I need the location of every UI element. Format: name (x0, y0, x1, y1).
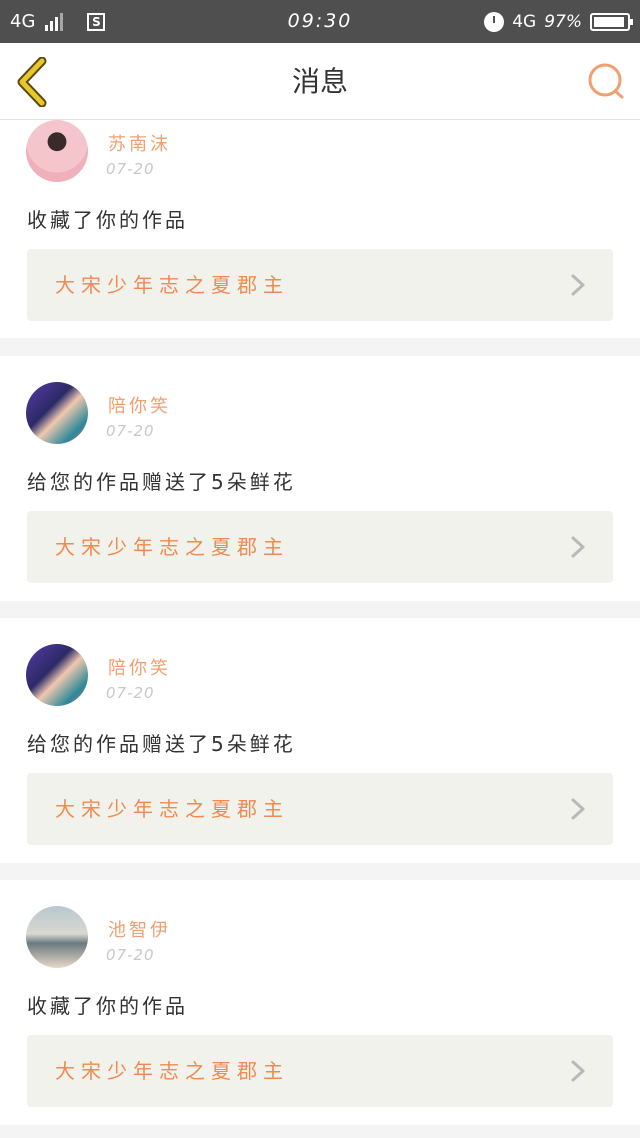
work-link-row[interactable]: 大宋少年志之夏郡主 (27, 249, 613, 321)
navigation-header: 消息 (0, 43, 640, 120)
username[interactable]: 陪你笑 (108, 654, 171, 680)
work-title: 大宋少年志之夏郡主 (55, 273, 289, 297)
alarm-icon (484, 11, 505, 32)
message-card: 池智伊 07-20 收藏了你的作品 大宋少年志之夏郡主 (0, 880, 640, 1125)
chevron-right-icon (571, 536, 585, 558)
work-link-row[interactable]: 大宋少年志之夏郡主 (27, 511, 613, 583)
message-date: 07-20 (106, 684, 155, 702)
work-title: 大宋少年志之夏郡主 (55, 535, 289, 559)
work-link-row[interactable]: 大宋少年志之夏郡主 (27, 773, 613, 845)
work-link-row[interactable]: 大宋少年志之夏郡主 (27, 1035, 613, 1107)
avatar[interactable] (26, 644, 88, 706)
message-card: 陪你笑 07-20 给您的作品赠送了5朵鲜花 大宋少年志之夏郡主 (0, 618, 640, 863)
message-card: 苏南沫 07-20 收藏了你的作品 大宋少年志之夏郡主 (0, 120, 640, 338)
page-title: 消息 (291, 65, 348, 98)
username[interactable]: 池智伊 (108, 916, 171, 942)
message-date: 07-20 (106, 422, 155, 440)
message-action: 给您的作品赠送了5朵鲜花 (27, 732, 296, 756)
message-action: 收藏了你的作品 (27, 208, 188, 232)
network-type-right: 4G (512, 11, 537, 32)
chevron-right-icon (571, 274, 585, 296)
username[interactable]: 陪你笑 (108, 392, 171, 418)
status-right: 4G 97% (484, 0, 633, 43)
chevron-right-icon (571, 798, 585, 820)
message-date: 07-20 (106, 946, 155, 964)
search-button[interactable] (586, 61, 626, 101)
username[interactable]: 苏南沫 (108, 130, 171, 156)
avatar[interactable] (26, 906, 88, 968)
message-card: 陪你笑 07-20 给您的作品赠送了5朵鲜花 大宋少年志之夏郡主 (0, 356, 640, 601)
message-action: 收藏了你的作品 (27, 994, 188, 1018)
status-bar: 4G S 09:30 4G 97% (0, 0, 640, 43)
chevron-right-icon (571, 1060, 585, 1082)
work-title: 大宋少年志之夏郡主 (55, 797, 289, 821)
work-title: 大宋少年志之夏郡主 (55, 1059, 289, 1083)
search-icon (588, 63, 624, 99)
battery-percent: 97% (544, 11, 582, 32)
avatar[interactable] (26, 120, 88, 182)
message-action: 给您的作品赠送了5朵鲜花 (27, 470, 296, 494)
avatar[interactable] (26, 382, 88, 444)
message-date: 07-20 (106, 160, 155, 178)
message-list[interactable]: 苏南沫 07-20 收藏了你的作品 大宋少年志之夏郡主 陪你笑 07-20 给您… (0, 120, 640, 1138)
battery-icon (590, 12, 633, 31)
